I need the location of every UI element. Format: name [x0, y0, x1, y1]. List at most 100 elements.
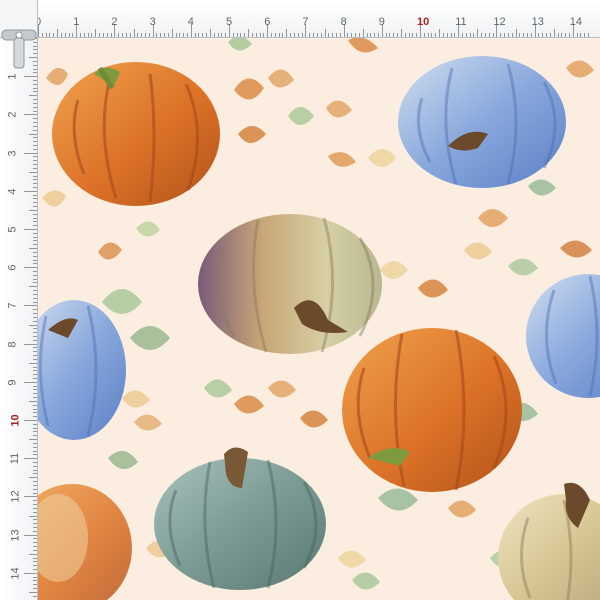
ruler-tick [118, 33, 120, 37]
ruler-tick [530, 33, 532, 37]
ruler-tick [546, 33, 548, 37]
ruler-tick [33, 244, 37, 246]
ruler-tick [24, 420, 37, 421]
ruler-tick [156, 33, 158, 37]
ruler-tick [397, 33, 399, 37]
ruler-tick [504, 33, 506, 37]
ruler-tick [576, 33, 578, 37]
ruler-left-label: 8 [6, 341, 19, 348]
fabric-preview: 0 1 2 3 4 5 6 7 8 9 10 11 12 13 14 1 2 3 4 5 6 7 8 9 10 11 12 13 14 [0, 0, 600, 600]
ruler-tick [33, 393, 37, 395]
ruler-tick [251, 33, 253, 37]
ruler-tick [301, 33, 303, 37]
ruler-tick [33, 290, 37, 292]
ruler-tick [141, 33, 143, 37]
ruler-tick [33, 576, 37, 578]
ruler-tick [129, 33, 131, 37]
ruler-tick [33, 549, 37, 551]
ruler-tick [33, 404, 37, 406]
pumpkin-icon [52, 62, 220, 206]
ruler-tick [286, 29, 288, 37]
ruler-tick [33, 446, 37, 448]
ruler-tick [389, 33, 391, 37]
ruler-tick [568, 33, 570, 37]
ruler-tick [33, 320, 37, 322]
ruler-left-label: 3 [6, 150, 19, 157]
ruler-top-label: 9 [378, 16, 385, 28]
ruler-tick [33, 584, 37, 586]
ruler-tick [538, 33, 540, 37]
ruler-tick [523, 33, 525, 37]
ruler-tick [33, 412, 37, 414]
ruler-tick [33, 194, 37, 196]
ruler-tick [347, 33, 349, 37]
ruler-tick [293, 33, 295, 37]
ruler-tick [454, 33, 456, 37]
ruler-tick [274, 33, 276, 37]
ruler-tick [99, 33, 101, 37]
ruler-tick [33, 160, 37, 162]
ruler-tick [167, 33, 169, 37]
ruler-tick [484, 33, 486, 37]
ruler-tick [33, 206, 37, 208]
ruler-tick [33, 297, 37, 299]
ruler-top-label: 10 [417, 16, 430, 28]
ruler-tick [24, 458, 37, 460]
ruler-tick [33, 374, 37, 376]
ruler-tick [324, 29, 326, 37]
ruler-tick [33, 259, 37, 261]
ruler-tick [57, 29, 59, 37]
ruler-tick [248, 29, 250, 37]
ruler-top-label: 4 [187, 16, 194, 28]
ruler-tick [33, 144, 37, 146]
ruler-tick [469, 33, 471, 37]
ruler-tick [553, 29, 555, 37]
ruler-tick [217, 33, 219, 37]
ruler-tick [244, 33, 246, 37]
ruler-tick [408, 33, 410, 37]
ruler-tick [33, 309, 37, 311]
ruler-tick [366, 33, 368, 37]
ruler-tick [24, 114, 37, 116]
ruler-tick [33, 122, 37, 124]
ruler-tick [148, 33, 150, 37]
ruler-tick [33, 504, 37, 506]
ruler-tick [33, 110, 37, 112]
ruler-tick [29, 515, 37, 517]
ruler-tick [588, 33, 590, 37]
ruler-tick [24, 381, 37, 383]
ruler-tick [33, 389, 37, 391]
ruler-tick [33, 328, 37, 330]
ruler-tick [91, 33, 93, 37]
ruler-tick [33, 568, 37, 570]
ruler-tick [33, 99, 37, 101]
ruler-tick [29, 439, 37, 441]
ruler-tick [33, 588, 37, 590]
ruler-tick [33, 175, 37, 177]
ruler-tick [110, 33, 112, 37]
ruler-left-label: 4 [6, 188, 19, 195]
ruler-tick [24, 496, 37, 498]
ruler-tick [144, 33, 146, 37]
ruler-tick [33, 385, 37, 387]
ruler-tick [33, 202, 37, 204]
ruler-tick [33, 137, 37, 139]
ruler-tick [33, 500, 37, 502]
ruler-tick [221, 33, 223, 37]
ruler-left-label: 10 [9, 414, 22, 427]
ruler-tick [33, 366, 37, 368]
ruler-tick [33, 83, 37, 85]
ruler-tick [29, 209, 37, 211]
ruler-tick [416, 33, 418, 37]
ruler-tick [33, 462, 37, 464]
ruler-left-label: 14 [9, 567, 22, 580]
ruler-tick [33, 198, 37, 200]
ruler-tick [33, 251, 37, 253]
ruler-tick [33, 179, 37, 181]
ruler-tick [33, 141, 37, 143]
ruler-tick [446, 33, 448, 37]
ruler-tick [33, 236, 37, 238]
ruler-tick [339, 33, 341, 37]
ruler-tick [320, 33, 322, 37]
ruler-tick [33, 492, 37, 494]
